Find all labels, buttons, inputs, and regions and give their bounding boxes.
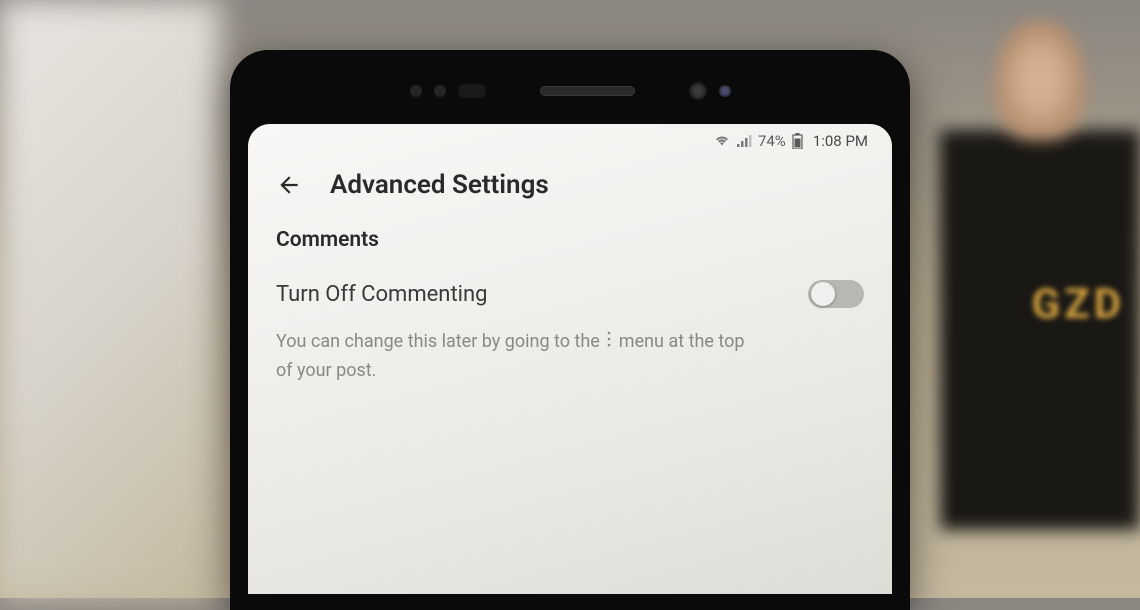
background-box-right [940,130,1140,530]
battery-icon [792,133,803,149]
background-figurine [995,20,1085,140]
front-camera [689,82,707,100]
setting-description: You can change this later by going to th… [276,328,756,386]
more-menu-icon [606,328,612,357]
setting-label-commenting: Turn Off Commenting [276,282,488,307]
status-bar: 74% 1:08 PM [248,124,892,156]
wifi-icon [714,135,730,147]
battery-percent: 74% [758,132,786,150]
setting-row-commenting: Turn Off Commenting [276,280,864,308]
page-header: Advanced Settings [248,156,892,216]
description-text-part1: You can change this later by going to th… [276,331,600,352]
page-title: Advanced Settings [330,170,549,200]
sensor-oval [458,84,486,98]
sensor-dot [434,85,446,97]
section-title-comments: Comments [276,228,864,252]
signal-icon [736,135,752,147]
background-blur-left [0,0,220,598]
phone-frame: 74% 1:08 PM Advanced Settings [230,50,910,610]
phone-sensors-area [248,70,892,124]
background-box-text: GZD [1032,280,1125,329]
phone-device: 74% 1:08 PM Advanced Settings [230,50,910,610]
phone-speaker [540,86,635,96]
sensor-camera-small [719,85,731,97]
phone-screen: 74% 1:08 PM Advanced Settings [248,124,892,594]
toggle-commenting[interactable] [808,280,864,308]
back-button[interactable] [276,172,302,198]
sensor-dot [410,85,422,97]
status-time: 1:08 PM [813,132,868,150]
toggle-knob [811,282,835,306]
content-area: Comments Turn Off Commenting You can cha… [248,216,892,398]
